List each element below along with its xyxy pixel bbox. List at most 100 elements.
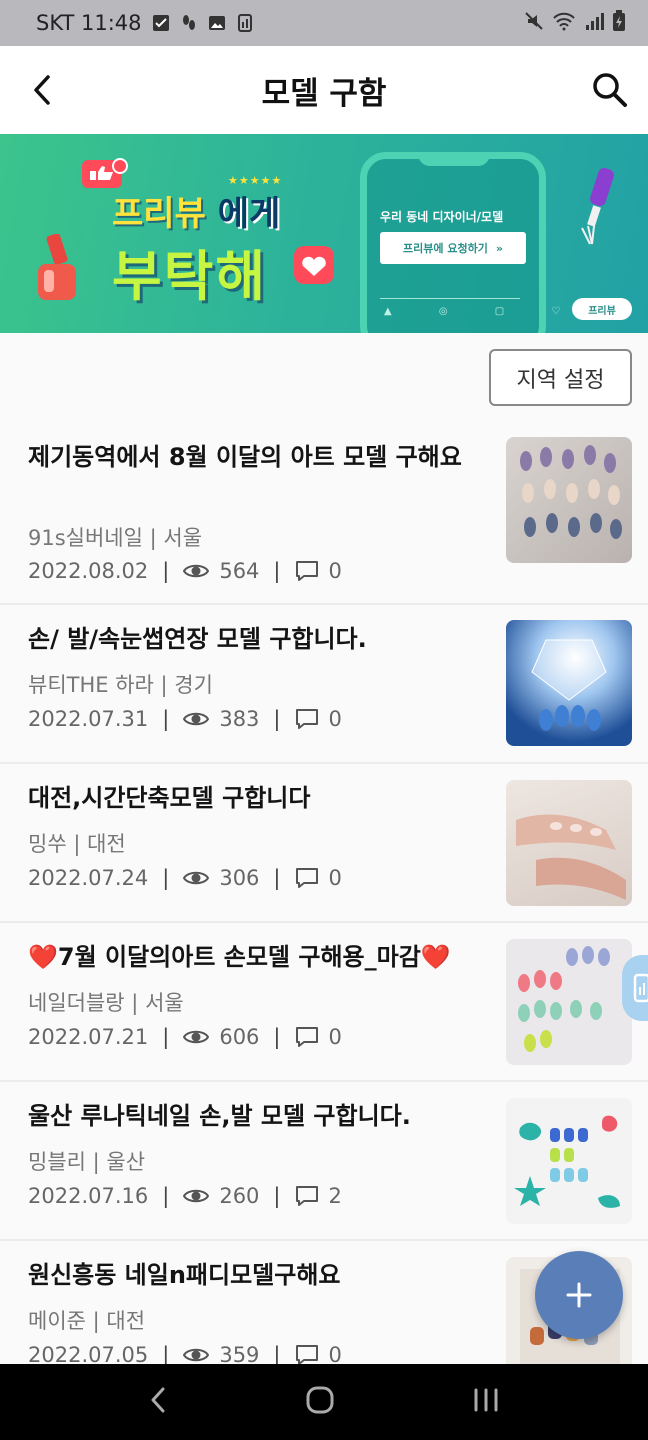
post-thumbnail bbox=[506, 437, 632, 563]
post-thumbnail bbox=[506, 939, 632, 1065]
post-author: 91s실버네일 bbox=[28, 526, 143, 550]
image-icon bbox=[208, 14, 226, 32]
post-author: 뷰티THE 하라 bbox=[28, 673, 154, 697]
post-title: ❤️7월 이달의아트 손모델 구해용_마감❤️ bbox=[28, 943, 451, 971]
phone-notch bbox=[418, 152, 490, 166]
back-button[interactable] bbox=[18, 66, 66, 114]
footprints-icon bbox=[180, 14, 198, 32]
recents-nav-icon[interactable] bbox=[472, 1387, 500, 1417]
post-author: 밍블리 bbox=[28, 1150, 86, 1174]
comment-icon bbox=[295, 708, 319, 730]
stats-divider: | bbox=[273, 707, 281, 731]
banner-tag: 프리뷰 bbox=[572, 298, 632, 320]
banner-headline-1: 프리뷰 에게 bbox=[112, 186, 280, 235]
search-icon bbox=[593, 73, 627, 107]
eye-icon bbox=[183, 562, 210, 580]
stats-divider: | bbox=[162, 1025, 170, 1049]
chevron-left-icon bbox=[34, 75, 50, 105]
app-header: 모델 구함 bbox=[0, 46, 648, 134]
add-post-button[interactable] bbox=[535, 1251, 623, 1339]
back-nav-icon[interactable] bbox=[148, 1386, 168, 1418]
post-comments: 2 bbox=[328, 1184, 342, 1208]
stats-divider: | bbox=[273, 1184, 281, 1208]
banner-brand: 프리뷰 bbox=[112, 194, 206, 234]
post-comments: 0 bbox=[328, 866, 342, 890]
list-item[interactable]: 대전,시간단축모델 구합니다 밍쑤 | 대전 2022.07.24 | 306 … bbox=[0, 764, 648, 923]
post-stats: 2022.07.16 | 260 | 2 bbox=[28, 1184, 342, 1208]
post-title: 대전,시간단축모델 구합니다 bbox=[28, 784, 311, 812]
comment-icon bbox=[295, 867, 319, 889]
meta-divider: | bbox=[160, 673, 175, 697]
check-box-icon bbox=[152, 14, 170, 32]
comment-icon bbox=[295, 1026, 319, 1048]
phone-tabbar-divider bbox=[380, 298, 520, 299]
edge-panel-icon bbox=[633, 973, 648, 1003]
post-date: 2022.07.24 bbox=[28, 866, 149, 890]
post-meta: 네일더블랑 | 서울 bbox=[28, 987, 184, 1017]
post-views: 383 bbox=[219, 707, 260, 731]
eye-icon bbox=[183, 1028, 210, 1046]
home-nav-icon[interactable] bbox=[305, 1385, 335, 1419]
post-meta: 메이준 | 대전 bbox=[28, 1305, 145, 1335]
eye-icon bbox=[183, 869, 210, 887]
post-date: 2022.08.02 bbox=[28, 559, 149, 583]
post-stats: 2022.07.31 | 383 | 0 bbox=[28, 707, 342, 731]
post-title: 울산 루나틱네일 손,발 모델 구합니다. bbox=[28, 1102, 411, 1130]
meta-divider: | bbox=[131, 991, 146, 1015]
banner-request-button[interactable]: 프리뷰에 요청하기 » bbox=[380, 232, 526, 264]
carrier-time: SKT 11:48 bbox=[36, 11, 142, 35]
eye-icon bbox=[183, 710, 210, 728]
meta-divider: | bbox=[149, 526, 164, 550]
side-panel-handle[interactable] bbox=[622, 955, 648, 1021]
post-views: 260 bbox=[219, 1184, 260, 1208]
post-list: 제기동역에서 8월 이달의 아트 모델 구해요 91s실버네일 | 서울 202… bbox=[0, 423, 648, 1400]
eye-icon bbox=[183, 1346, 210, 1364]
post-author: 메이준 bbox=[28, 1309, 86, 1333]
double-chevron-right-icon: » bbox=[495, 241, 503, 255]
post-date: 2022.07.16 bbox=[28, 1184, 149, 1208]
stats-divider: | bbox=[273, 1025, 281, 1049]
post-region: 서울 bbox=[163, 526, 203, 550]
wifi-icon bbox=[552, 11, 576, 36]
banner-phone-text: 우리 동네 디자이너/모델 bbox=[380, 210, 504, 224]
list-item[interactable]: ❤️7월 이달의아트 손모델 구해용_마감❤️ 네일더블랑 | 서울 2022.… bbox=[0, 923, 648, 1082]
post-stats: 2022.08.02 | 564 | 0 bbox=[28, 559, 342, 583]
list-item[interactable]: 울산 루나틱네일 손,발 모델 구합니다. 밍블리 | 울산 2022.07.1… bbox=[0, 1082, 648, 1241]
promo-banner[interactable]: ★★★★★ 프리뷰 에게 부탁해 우리 동네 디자이너/모델 프리뷰에 요청하기… bbox=[0, 134, 648, 333]
list-item[interactable]: 제기동역에서 8월 이달의 아트 모델 구해요 91s실버네일 | 서울 202… bbox=[0, 423, 648, 605]
post-views: 564 bbox=[219, 559, 260, 583]
post-stats: 2022.07.24 | 306 | 0 bbox=[28, 866, 342, 890]
search-button[interactable] bbox=[586, 66, 634, 114]
post-comments: 0 bbox=[328, 707, 342, 731]
comment-icon bbox=[295, 560, 319, 582]
post-meta: 밍쑤 | 대전 bbox=[28, 828, 126, 858]
banner-request-label: 프리뷰에 요청하기 bbox=[403, 242, 488, 255]
list-item[interactable]: 손/ 발/속눈썹연장 모델 구합니다. 뷰티THE 하라 | 경기 2022.0… bbox=[0, 605, 648, 764]
post-region: 서울 bbox=[145, 991, 184, 1015]
stats-divider: | bbox=[273, 866, 281, 890]
post-region: 대전 bbox=[87, 832, 126, 856]
post-views: 306 bbox=[219, 866, 260, 890]
stats-divider: | bbox=[162, 866, 170, 890]
system-nav-bar bbox=[0, 1364, 648, 1440]
post-thumbnail bbox=[506, 1098, 632, 1224]
memo-icon bbox=[236, 14, 254, 32]
post-comments: 0 bbox=[328, 1025, 342, 1049]
post-title: 손/ 발/속눈썹연장 모델 구합니다. bbox=[28, 625, 367, 653]
comment-icon bbox=[295, 1344, 319, 1366]
post-date: 2022.07.21 bbox=[28, 1025, 149, 1049]
banner-headline-2: 부탁해 bbox=[112, 245, 268, 308]
plus-icon bbox=[566, 1282, 592, 1308]
page-title: 모델 구함 bbox=[261, 75, 387, 112]
post-region: 경기 bbox=[174, 673, 213, 697]
signal-icon bbox=[584, 11, 604, 36]
post-views: 606 bbox=[219, 1025, 260, 1049]
mute-icon bbox=[524, 11, 544, 36]
post-thumbnail bbox=[506, 780, 632, 906]
stats-divider: | bbox=[162, 559, 170, 583]
stats-divider: | bbox=[273, 559, 281, 583]
heart-bubble-icon bbox=[294, 246, 334, 284]
nail-brush-icon bbox=[581, 168, 614, 245]
region-setting-button[interactable]: 지역 설정 bbox=[489, 349, 632, 406]
post-region: 울산 bbox=[106, 1150, 146, 1174]
